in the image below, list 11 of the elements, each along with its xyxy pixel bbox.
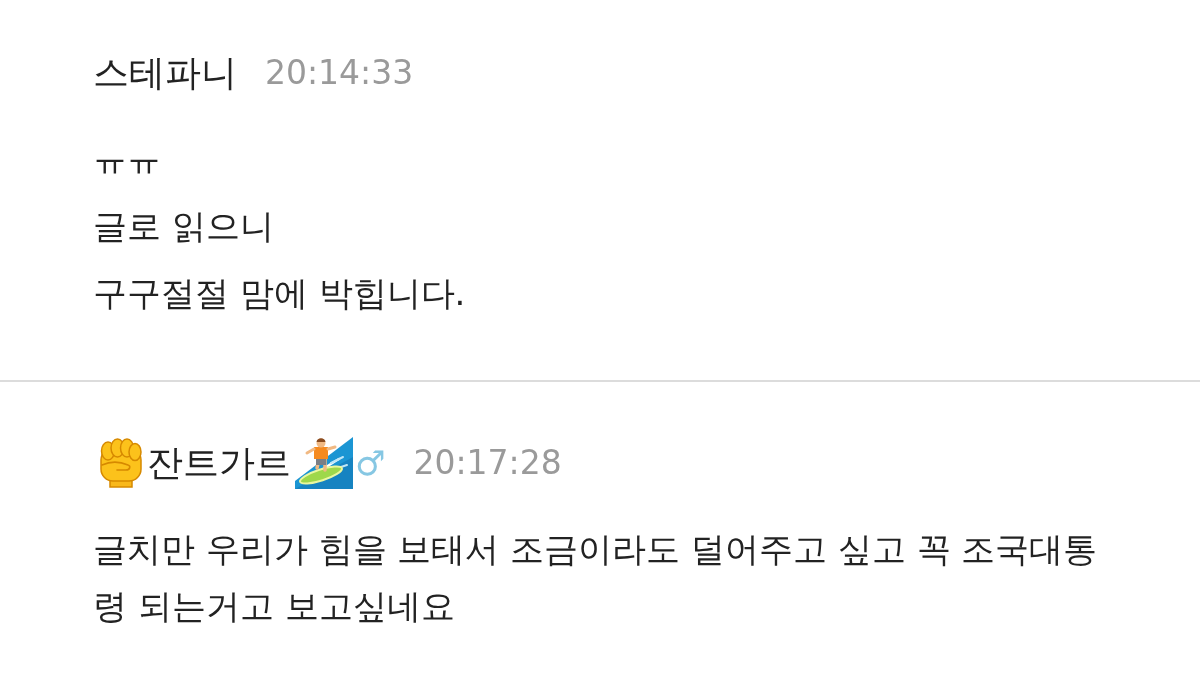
comment-time: 20:17:28	[413, 442, 562, 484]
comment-text: 글치만 우리가 힘을 보태서 조금이라도 덜어주고 싶고 꼭 조국대통령 되는거고 보고싶네요	[93, 528, 1099, 628]
surfer-icon	[295, 437, 353, 489]
comment-text: ㅠㅠ	[93, 138, 161, 181]
male-symbol: ♂	[355, 442, 386, 485]
fist-icon	[99, 438, 143, 488]
comment-time: 20:14:33	[265, 52, 414, 94]
author-name: 스테파니	[93, 51, 237, 95]
comment-text: 글로 읽으니	[93, 205, 274, 248]
author-name: 잔트가르	[147, 441, 291, 485]
comment-text: 구구절절 맘에 박힙니다.	[93, 272, 466, 315]
